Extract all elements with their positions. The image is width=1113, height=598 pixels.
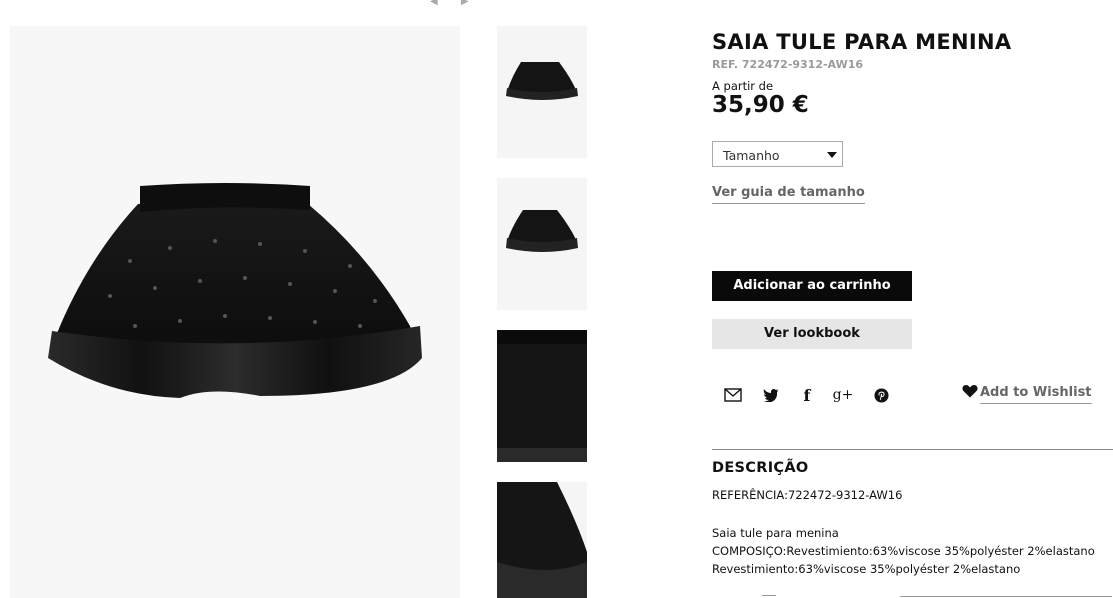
description-line: Revestimiento:63%viscose 35%polyéster 2%… — [712, 562, 1021, 576]
add-to-cart-button[interactable]: Adicionar ao carrinho — [712, 271, 912, 301]
pinterest-icon[interactable] — [870, 384, 892, 406]
size-guide-link[interactable]: Ver guia de tamanho — [712, 185, 865, 204]
price-from-label: A partir de — [712, 79, 774, 93]
size-select-value: Tamanho — [723, 148, 780, 163]
heart-icon — [962, 384, 978, 402]
image-nav-arrows[interactable]: ◀ ▶ — [430, 0, 479, 7]
product-details: SAIA TULE PARA MENINA REF. 722472-9312-A… — [712, 30, 1113, 597]
product-title: SAIA TULE PARA MENINA — [712, 30, 1012, 54]
description-reference: REFERÊNCIA:722472-9312-AW16 — [712, 488, 903, 502]
thumbnail-1[interactable] — [497, 26, 587, 158]
thumbnail-3[interactable] — [497, 330, 587, 462]
description-line: COMPOSIÇO:Revestimiento:63%viscose 35%po… — [712, 544, 1095, 558]
size-select[interactable]: Tamanho — [712, 141, 843, 167]
divider-fragment — [900, 596, 1112, 597]
description-body: Saia tule para menina COMPOSIÇO:Revestim… — [712, 524, 1095, 578]
lookbook-button[interactable]: Ver lookbook — [712, 319, 912, 349]
description-line: Saia tule para menina — [712, 526, 839, 540]
product-reference: REF. 722472-9312-AW16 — [712, 58, 864, 71]
twitter-icon[interactable] — [760, 384, 782, 406]
add-to-wishlist-link[interactable]: Add to Wishlist — [962, 384, 1092, 404]
email-icon[interactable] — [722, 384, 744, 406]
facebook-icon[interactable]: f — [796, 384, 818, 406]
divider-fragment — [762, 595, 776, 596]
section-divider — [712, 449, 1113, 450]
caret-down-icon — [827, 152, 837, 158]
product-price: 35,90 € — [712, 92, 809, 118]
thumbnail-4[interactable] — [497, 482, 587, 598]
thumbnail-2[interactable] — [497, 178, 587, 310]
main-product-image[interactable] — [10, 26, 460, 598]
description-title: DESCRIÇÃO — [712, 460, 809, 476]
wishlist-label: Add to Wishlist — [980, 385, 1092, 404]
google-plus-icon[interactable]: g+ — [832, 384, 854, 406]
